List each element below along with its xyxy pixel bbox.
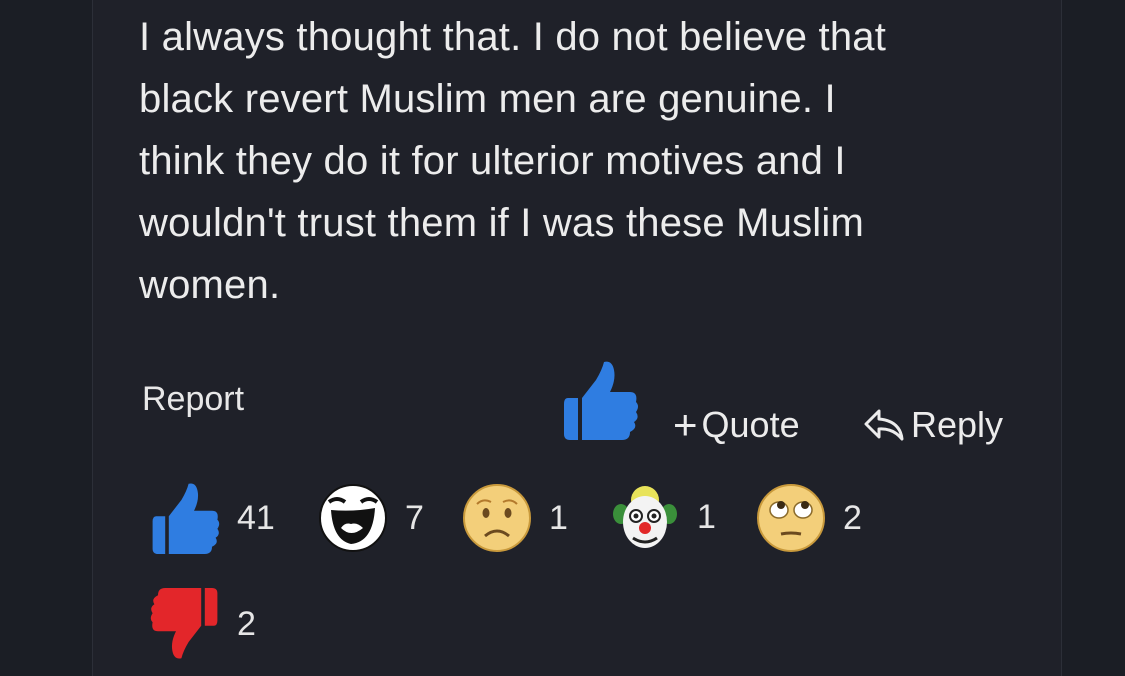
eye-roll-face-icon [757,484,825,552]
reaction-count: 1 [697,497,716,536]
reaction-count: 2 [237,604,256,643]
post-card: I always thought that. I do not believe … [92,0,1062,676]
thumbs-up-icon [152,483,220,554]
laughing-face-icon [319,484,387,552]
clown-face-icon [613,486,677,548]
thumbs-down-icon [150,588,218,659]
reply-arrow-icon [864,409,904,441]
reaction-count: 2 [843,498,862,537]
like-button[interactable] [560,358,640,442]
plus-icon: + [673,401,698,448]
post-body: I always thought that. I do not believe … [139,6,1009,316]
reaction-dislike[interactable]: 2 [149,586,256,662]
reaction-like[interactable]: 41 [149,480,275,556]
post-body-line: wouldn't trust them if I was these Musli… [139,201,864,245]
reaction-haha[interactable]: 7 [317,482,424,554]
reaction-count: 1 [549,498,568,537]
reaction-count: 7 [405,498,424,537]
reaction-eye-roll[interactable]: 2 [755,482,862,554]
reaction-clown[interactable]: 1 [609,480,716,554]
quote-button[interactable]: + Quote [673,404,800,446]
report-link[interactable]: Report [142,380,244,419]
page-background: I always thought that. I do not believe … [0,0,1125,676]
thumbs-up-icon [564,361,638,440]
post-body-line: think they do it for ulterior motives an… [139,139,846,183]
quote-label: Quote [701,404,800,445]
post-body-line: women. [139,263,281,307]
post-body-line: I always thought that. I do not believe … [139,15,887,59]
reaction-sad[interactable]: 1 [461,482,568,554]
post-body-line: black revert Muslim men are genuine. I [139,77,836,121]
sad-face-icon [463,484,531,552]
reply-label: Reply [911,404,1004,445]
reaction-count: 41 [237,498,275,537]
reply-button[interactable]: Reply [863,404,1003,446]
